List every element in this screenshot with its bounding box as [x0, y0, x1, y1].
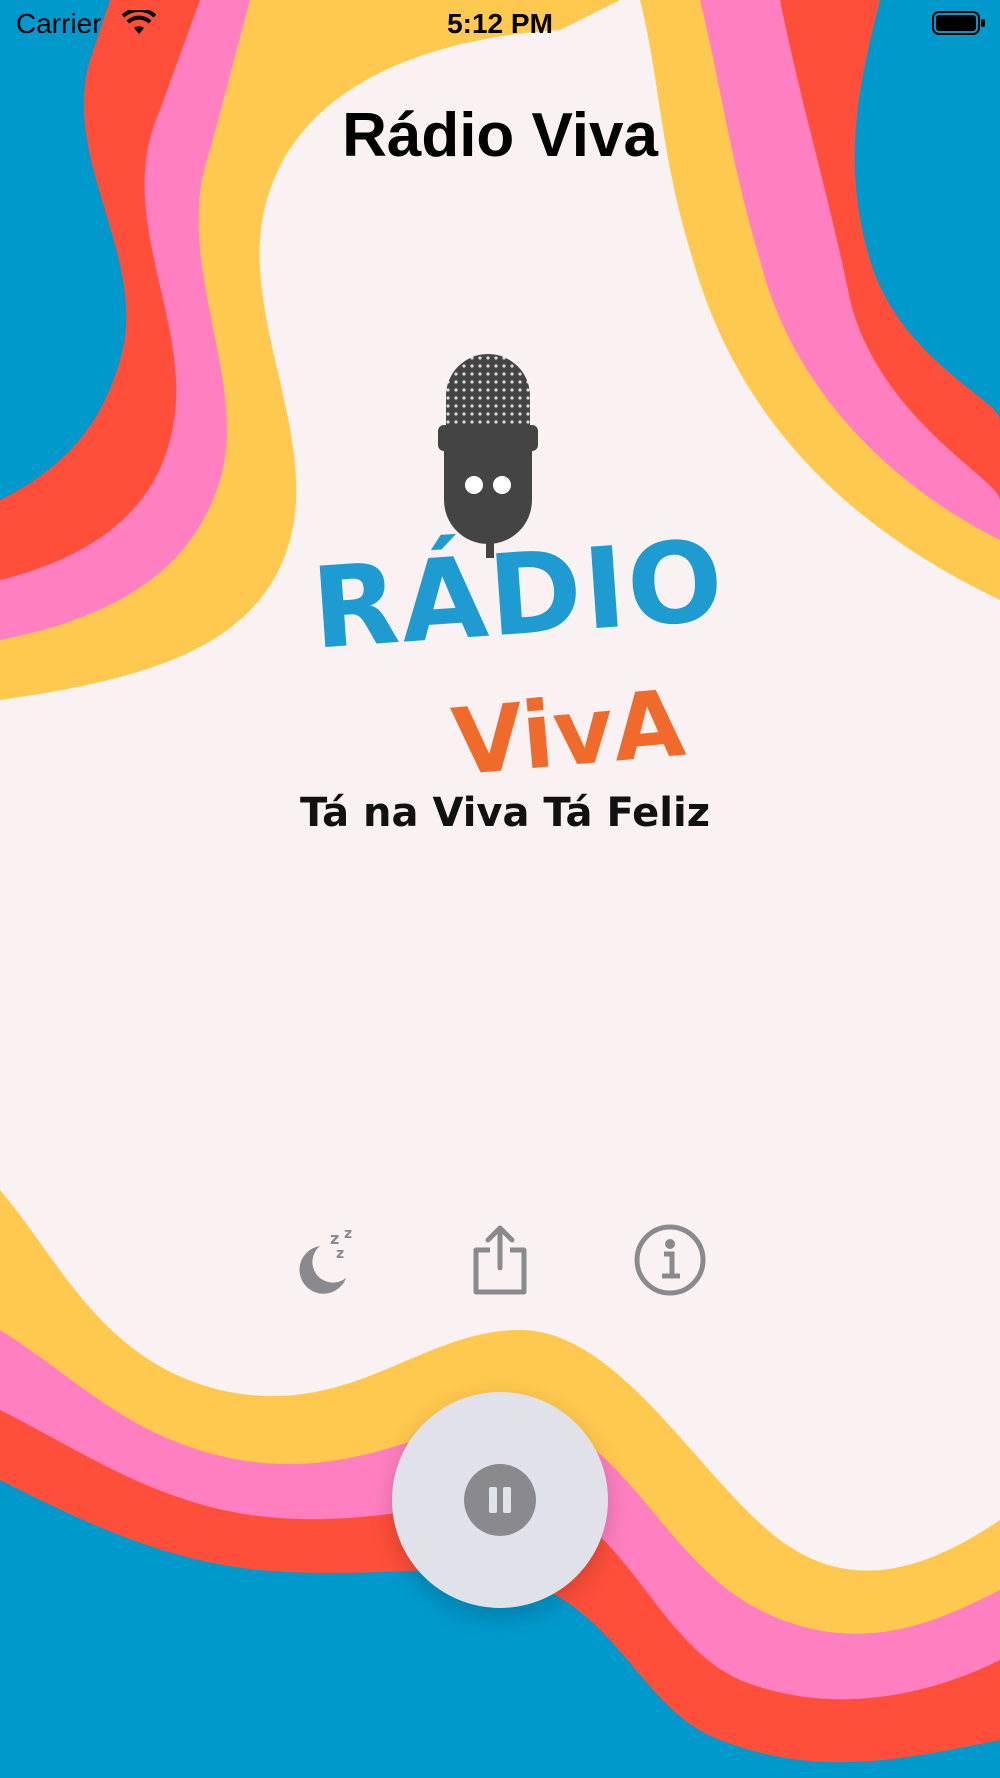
pause-icon: [464, 1464, 536, 1536]
share-icon: [473, 1225, 527, 1295]
status-bar: Carrier 5:12 PM: [0, 0, 1000, 50]
info-icon: [634, 1224, 706, 1296]
battery-icon: [932, 11, 985, 35]
svg-text:z: z: [336, 1246, 344, 1262]
svg-text:z: z: [344, 1226, 352, 1242]
page-title: Rádio Viva: [342, 101, 658, 170]
sleep-timer-icon: z z z: [299, 1226, 352, 1294]
logo-word-radio: RÁDIO: [308, 516, 729, 675]
share-button[interactable]: [462, 1222, 538, 1298]
play-pause-button[interactable]: [392, 1392, 608, 1608]
sleep-timer-button[interactable]: z z z: [290, 1222, 366, 1298]
status-time: 5:12 PM: [447, 8, 553, 39]
logo-word-viva: VivA: [448, 669, 689, 797]
info-button[interactable]: [632, 1222, 708, 1298]
station-logo: RÁDIO VivA Tá na Viva Tá Feliz: [300, 330, 729, 850]
logo-slogan: Tá na Viva Tá Feliz: [300, 790, 710, 836]
